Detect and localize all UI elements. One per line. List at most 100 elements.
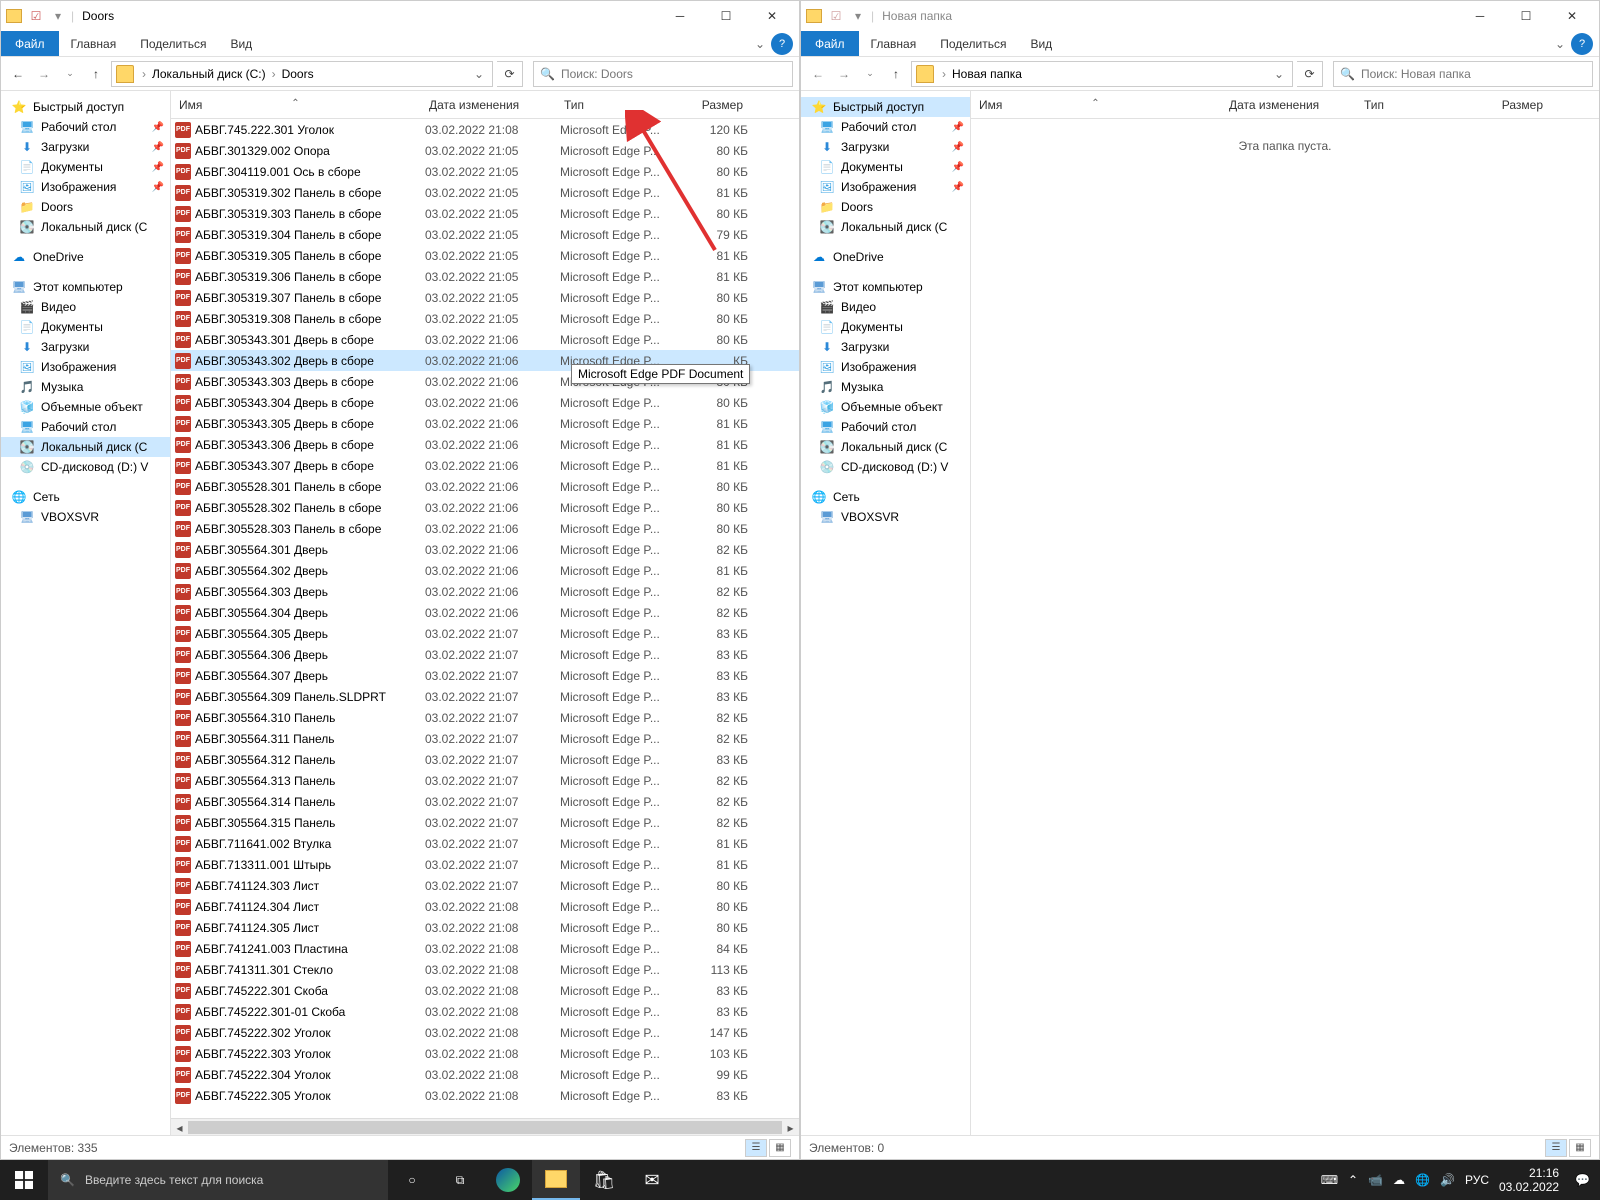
file-row[interactable]: PDFАБВГ.741124.305 Лист03.02.2022 21:08M… xyxy=(171,917,799,938)
file-row[interactable]: PDFАБВГ.305564.310 Панель03.02.2022 21:0… xyxy=(171,707,799,728)
file-row[interactable]: PDFАБВГ.305319.304 Панель в сборе03.02.2… xyxy=(171,224,799,245)
nav-item[interactable]: 🌐Сеть xyxy=(1,487,170,507)
refresh-button[interactable]: ⟳ xyxy=(497,61,523,87)
clock[interactable]: 21:16 03.02.2022 xyxy=(1499,1166,1565,1195)
file-row[interactable]: PDFАБВГ.305343.304 Дверь в сборе03.02.20… xyxy=(171,392,799,413)
navigation-pane[interactable]: ⭐Быстрый доступ🖥Рабочий стол📌⬇Загрузки📌📄… xyxy=(1,91,171,1135)
dropdown-icon[interactable]: ▾ xyxy=(49,7,67,25)
nav-item[interactable]: 💽Локальный диск (C xyxy=(801,217,970,237)
column-size[interactable]: Размер xyxy=(676,98,752,112)
nav-item[interactable]: 🖥Этот компьютер xyxy=(1,277,170,297)
nav-item[interactable]: ☁OneDrive xyxy=(1,247,170,267)
file-row[interactable]: PDFАБВГ.305564.306 Дверь03.02.2022 21:07… xyxy=(171,644,799,665)
taskbar-search[interactable]: 🔍 Введите здесь текст для поиска xyxy=(48,1160,388,1200)
nav-item[interactable]: 💿CD-дисковод (D:) V xyxy=(801,457,970,477)
recent-dropdown[interactable]: ⌄ xyxy=(859,63,881,85)
file-row[interactable]: PDFАБВГ.305564.312 Панель03.02.2022 21:0… xyxy=(171,749,799,770)
nav-item[interactable]: 🖥VBOXSVR xyxy=(1,507,170,527)
nav-item[interactable]: 🖼Изображения xyxy=(1,357,170,377)
tab-share[interactable]: Поделиться xyxy=(128,33,218,55)
column-name[interactable]: Имя xyxy=(179,98,202,112)
maximize-button[interactable]: ☐ xyxy=(1503,1,1549,31)
file-row[interactable]: PDFАБВГ.305564.305 Дверь03.02.2022 21:07… xyxy=(171,623,799,644)
file-row[interactable]: PDFАБВГ.741124.303 Лист03.02.2022 21:07M… xyxy=(171,875,799,896)
details-view-button[interactable]: ☰ xyxy=(1545,1139,1567,1157)
nav-item[interactable]: 🧊Объемные объект xyxy=(801,397,970,417)
titlebar[interactable]: ☑ ▾ | Новая папка ─ ☐ ✕ xyxy=(801,1,1599,31)
mail-button[interactable]: ✉ xyxy=(628,1160,676,1200)
file-row[interactable]: PDFАБВГ.305528.301 Панель в сборе03.02.2… xyxy=(171,476,799,497)
file-row[interactable]: PDFАБВГ.305564.311 Панель03.02.2022 21:0… xyxy=(171,728,799,749)
nav-item[interactable]: 🎬Видео xyxy=(801,297,970,317)
column-name[interactable]: Имя xyxy=(979,98,1002,112)
nav-item[interactable]: ⬇Загрузки xyxy=(801,337,970,357)
nav-item[interactable]: ⭐Быстрый доступ xyxy=(801,97,970,117)
cortana-button[interactable]: ○ xyxy=(388,1160,436,1200)
file-row[interactable]: PDFАБВГ.305343.305 Дверь в сборе03.02.20… xyxy=(171,413,799,434)
breadcrumb-folder[interactable]: Новая папка xyxy=(948,67,1026,81)
nav-item[interactable]: 📄Документы xyxy=(1,317,170,337)
keyboard-icon[interactable]: ⌨ xyxy=(1321,1173,1338,1187)
nav-item[interactable]: 🖥Рабочий стол xyxy=(801,417,970,437)
nav-item[interactable]: 💿CD-дисковод (D:) V xyxy=(1,457,170,477)
navigation-pane[interactable]: ⭐Быстрый доступ🖥Рабочий стол📌⬇Загрузки📌📄… xyxy=(801,91,971,1135)
column-size[interactable]: Размер xyxy=(1476,98,1552,112)
address-bar[interactable]: › Новая папка ⌄ xyxy=(911,61,1293,87)
file-row[interactable]: PDFАБВГ.305564.307 Дверь03.02.2022 21:07… xyxy=(171,665,799,686)
file-row[interactable]: PDFАБВГ.745222.303 Уголок03.02.2022 21:0… xyxy=(171,1043,799,1064)
nav-item[interactable]: 💽Локальный диск (C xyxy=(1,217,170,237)
nav-item[interactable]: 🌐Сеть xyxy=(801,487,970,507)
nav-item[interactable]: 🖥VBOXSVR xyxy=(801,507,970,527)
icons-view-button[interactable]: ▦ xyxy=(1569,1139,1591,1157)
search-input[interactable]: 🔍 Поиск: Новая папка xyxy=(1333,61,1593,87)
help-button[interactable]: ? xyxy=(771,33,793,55)
nav-item[interactable]: 🖼Изображения xyxy=(801,357,970,377)
up-button[interactable]: ↑ xyxy=(85,63,107,85)
file-row[interactable]: PDFАБВГ.305343.306 Дверь в сборе03.02.20… xyxy=(171,434,799,455)
properties-icon[interactable]: ☑ xyxy=(27,7,45,25)
minimize-button[interactable]: ─ xyxy=(1457,1,1503,31)
columns-header[interactable]: ⌃Имя Дата изменения Тип Размер xyxy=(171,91,799,119)
file-row[interactable]: PDFАБВГ.305564.303 Дверь03.02.2022 21:06… xyxy=(171,581,799,602)
scroll-thumb[interactable] xyxy=(188,1121,782,1134)
chevron-right-icon[interactable]: › xyxy=(140,67,148,81)
file-row[interactable]: PDFАБВГ.745222.301 Скоба03.02.2022 21:08… xyxy=(171,980,799,1001)
file-row[interactable]: PDFАБВГ.741311.301 Стекло03.02.2022 21:0… xyxy=(171,959,799,980)
back-button[interactable]: ← xyxy=(7,63,29,85)
nav-item[interactable]: 🖥Этот компьютер xyxy=(801,277,970,297)
nav-item[interactable]: 📁Doors xyxy=(801,197,970,217)
file-list[interactable]: PDFАБВГ.745.222.301 Уголок03.02.2022 21:… xyxy=(171,119,799,1118)
tab-home[interactable]: Главная xyxy=(59,33,129,55)
column-type[interactable]: Тип xyxy=(556,98,676,112)
tab-file[interactable]: Файл xyxy=(1,31,59,56)
nav-item[interactable]: 🎵Музыка xyxy=(1,377,170,397)
file-row[interactable]: PDFАБВГ.305564.304 Дверь03.02.2022 21:06… xyxy=(171,602,799,623)
file-row[interactable]: PDFАБВГ.713311.001 Штырь03.02.2022 21:07… xyxy=(171,854,799,875)
task-view-button[interactable]: ⧉ xyxy=(436,1160,484,1200)
explorer-button[interactable] xyxy=(532,1160,580,1200)
back-button[interactable]: ← xyxy=(807,63,829,85)
file-row[interactable]: PDFАБВГ.305528.302 Панель в сборе03.02.2… xyxy=(171,497,799,518)
file-row[interactable]: PDFАБВГ.301329.002 Опора03.02.2022 21:05… xyxy=(171,140,799,161)
nav-item[interactable]: 🖥Рабочий стол📌 xyxy=(1,117,170,137)
nav-item[interactable]: ⬇Загрузки xyxy=(1,337,170,357)
file-row[interactable]: PDFАБВГ.711641.002 Втулка03.02.2022 21:0… xyxy=(171,833,799,854)
nav-item[interactable]: 🎵Музыка xyxy=(801,377,970,397)
start-button[interactable] xyxy=(0,1160,48,1200)
file-row[interactable]: PDFАБВГ.305343.307 Дверь в сборе03.02.20… xyxy=(171,455,799,476)
nav-item[interactable]: 🎬Видео xyxy=(1,297,170,317)
file-row[interactable]: PDFАБВГ.305564.313 Панель03.02.2022 21:0… xyxy=(171,770,799,791)
nav-item[interactable]: 💽Локальный диск (C xyxy=(1,437,170,457)
address-bar[interactable]: › Локальный диск (C:) › Doors ⌄ xyxy=(111,61,493,87)
icons-view-button[interactable]: ▦ xyxy=(769,1139,791,1157)
nav-item[interactable]: 📄Документы📌 xyxy=(801,157,970,177)
nav-item[interactable]: ⬇Загрузки📌 xyxy=(801,137,970,157)
file-row[interactable]: PDFАБВГ.745222.304 Уголок03.02.2022 21:0… xyxy=(171,1064,799,1085)
onedrive-icon[interactable]: ☁ xyxy=(1393,1173,1405,1187)
network-icon[interactable]: 🌐 xyxy=(1415,1173,1430,1187)
forward-button[interactable]: → xyxy=(833,63,855,85)
chevron-down-icon[interactable]: ⌄ xyxy=(1555,37,1565,51)
scroll-left-button[interactable]: ◂ xyxy=(171,1119,188,1135)
horizontal-scrollbar[interactable]: ◂ ▸ xyxy=(171,1118,799,1135)
help-button[interactable]: ? xyxy=(1571,33,1593,55)
